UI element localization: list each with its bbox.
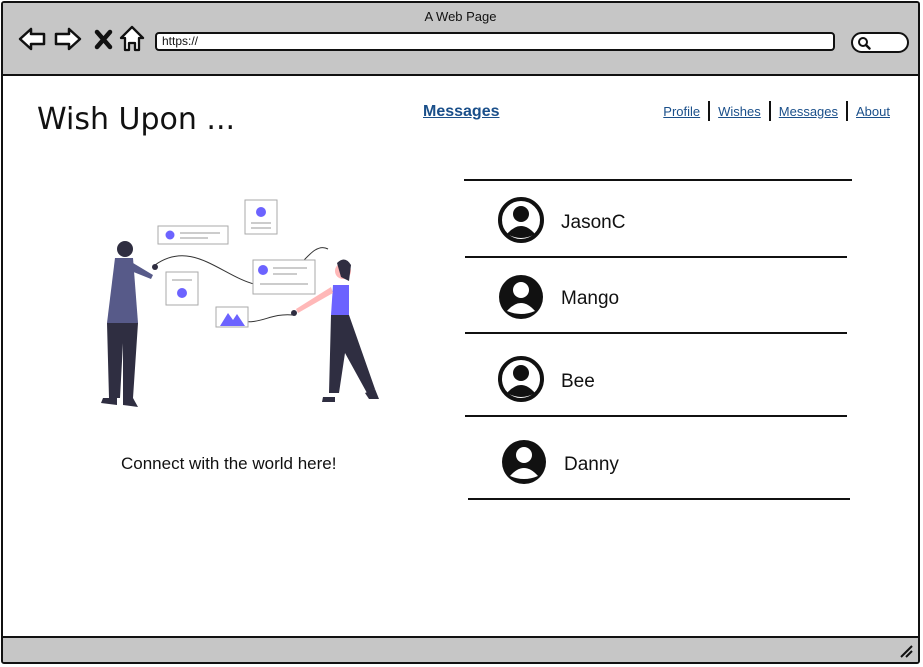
illustration-caption: Connect with the world here! <box>121 454 337 473</box>
stop-icon[interactable] <box>90 23 120 55</box>
back-icon[interactable] <box>17 23 47 55</box>
contact-name: JasonC <box>561 212 626 233</box>
user-avatar-icon <box>502 440 546 484</box>
resize-handle-icon[interactable] <box>898 643 914 659</box>
messages-link[interactable]: Messages <box>423 103 500 121</box>
contact-name: Mango <box>561 288 620 309</box>
row-divider <box>465 332 847 334</box>
brand-title: Wish Upon ... <box>37 102 236 137</box>
browser-toolbar: A Web Page https:// <box>3 3 918 76</box>
window-title: A Web Page <box>424 9 497 24</box>
nav-about[interactable]: About <box>848 104 898 119</box>
forward-icon[interactable] <box>53 23 83 55</box>
contact-name: Bee <box>561 371 595 392</box>
connect-illustration <box>101 199 379 407</box>
top-nav: Profile Wishes Messages About <box>655 101 898 121</box>
contact-name: Danny <box>564 454 619 475</box>
user-avatar-icon <box>498 197 544 243</box>
address-bar[interactable]: https:// <box>155 32 835 51</box>
row-divider <box>465 415 847 417</box>
user-avatar-icon <box>498 356 544 402</box>
browser-window: A Web Page https:// Wish Upon ... Messag… <box>1 1 920 664</box>
row-divider <box>468 498 850 500</box>
nav-profile[interactable]: Profile <box>655 104 708 119</box>
search-icon <box>858 37 871 50</box>
user-avatar-icon <box>499 275 543 319</box>
row-divider <box>465 256 847 258</box>
home-icon[interactable] <box>117 23 147 55</box>
nav-messages[interactable]: Messages <box>771 104 846 119</box>
nav-wishes[interactable]: Wishes <box>710 104 769 119</box>
status-bar <box>3 636 918 662</box>
row-divider <box>464 179 852 181</box>
search-box[interactable] <box>851 32 909 53</box>
